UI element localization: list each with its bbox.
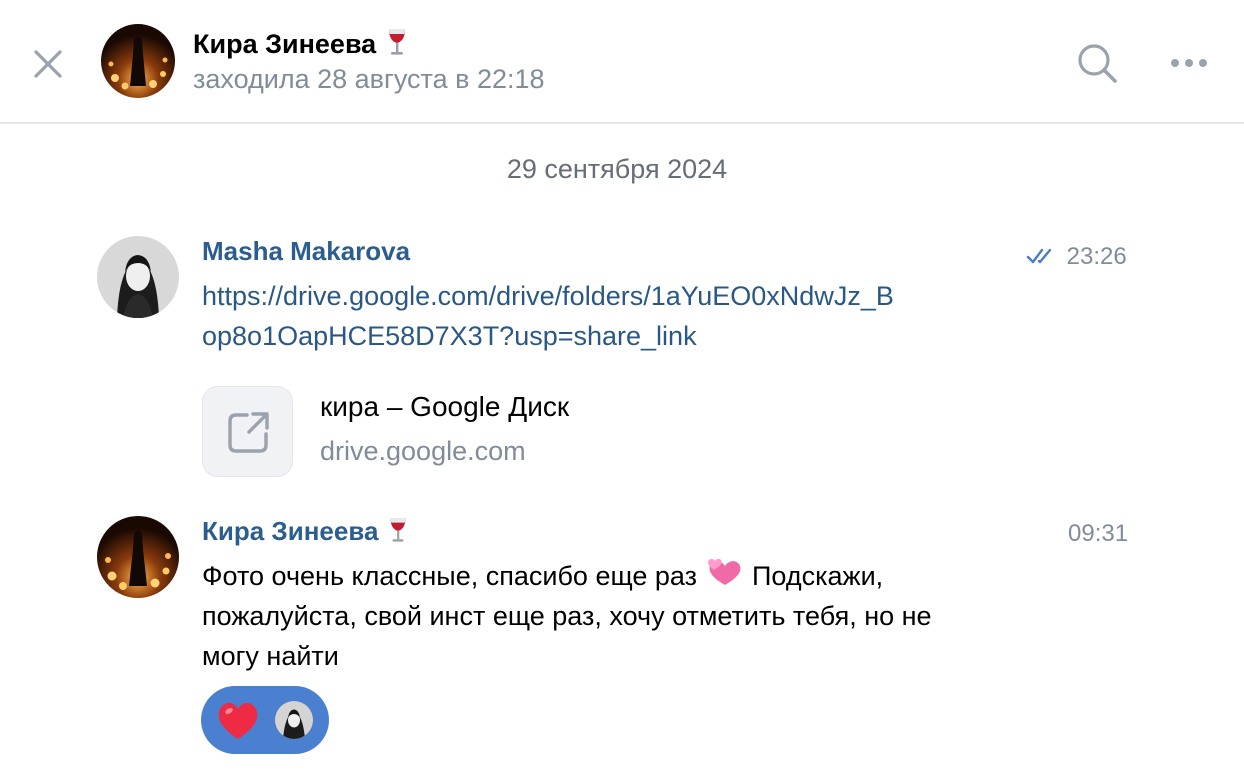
- read-checkmarks-icon: [1026, 248, 1052, 264]
- heart-icon: [218, 703, 258, 739]
- more-options-icon[interactable]: [1166, 50, 1212, 76]
- last-seen-status: заходила 28 августа в 22:18: [193, 64, 545, 94]
- contact-avatar[interactable]: [101, 24, 175, 98]
- message-text-line-1: Фото очень классные, спасибо еще раз Под…: [202, 556, 883, 596]
- external-link-icon[interactable]: [202, 386, 293, 477]
- link-snippet-domain[interactable]: drive.google.com: [320, 436, 526, 467]
- message-text-line-2: пожалуйста, свой инст еще раз, хочу отме…: [202, 601, 932, 631]
- link-snippet-title[interactable]: кира – Google Диск: [320, 391, 569, 423]
- reactor-avatar: [273, 699, 315, 741]
- sender-avatar[interactable]: [97, 236, 179, 318]
- message-link-line-1[interactable]: https://drive.google.com/drive/folders/1…: [202, 276, 894, 316]
- message-author[interactable]: Masha Makarova: [202, 236, 410, 267]
- message-link-line-2[interactable]: op8o1OapHCE58D7X3T?usp=share_link: [202, 316, 697, 356]
- two-hearts-icon: [707, 558, 740, 585]
- contact-name[interactable]: Кира Зинеева: [193, 27, 410, 60]
- date-separator: 29 сентября 2024: [506, 154, 728, 184]
- search-icon[interactable]: [1074, 40, 1120, 86]
- message-time: 09:31: [1068, 520, 1129, 547]
- message-author[interactable]: Кира Зинеева: [202, 516, 410, 547]
- wine-glass-icon: [390, 518, 406, 542]
- chat-header: Кира Зинеева заходила 28 августа в 22:18: [0, 0, 1244, 124]
- close-icon[interactable]: [28, 44, 68, 84]
- heart-reaction-chip[interactable]: [201, 686, 329, 754]
- sender-avatar[interactable]: [97, 516, 179, 598]
- message-text-line-3: могу найти: [202, 641, 339, 671]
- wine-glass-icon: [388, 29, 405, 55]
- message-time: 23:26: [1026, 243, 1136, 271]
